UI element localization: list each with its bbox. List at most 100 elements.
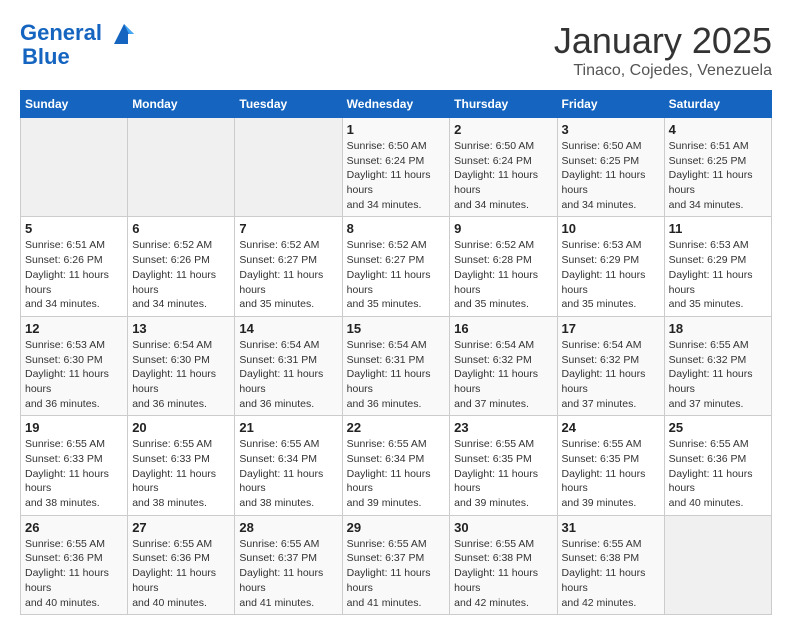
day-info: Sunrise: 6:54 AMSunset: 6:31 PMDaylight:… <box>239 338 337 411</box>
day-info: Sunrise: 6:55 AMSunset: 6:38 PMDaylight:… <box>454 537 552 610</box>
day-info: Sunrise: 6:55 AMSunset: 6:33 PMDaylight:… <box>25 437 123 510</box>
day-number: 17 <box>562 321 660 336</box>
day-number: 20 <box>132 420 230 435</box>
day-number: 9 <box>454 221 552 236</box>
day-info: Sunrise: 6:55 AMSunset: 6:33 PMDaylight:… <box>132 437 230 510</box>
calendar-cell: 27Sunrise: 6:55 AMSunset: 6:36 PMDayligh… <box>128 515 235 614</box>
day-info: Sunrise: 6:51 AMSunset: 6:25 PMDaylight:… <box>669 139 767 212</box>
day-info: Sunrise: 6:51 AMSunset: 6:26 PMDaylight:… <box>25 238 123 311</box>
day-number: 18 <box>669 321 767 336</box>
calendar-cell: 21Sunrise: 6:55 AMSunset: 6:34 PMDayligh… <box>235 416 342 515</box>
day-number: 3 <box>562 122 660 137</box>
weekday-header-tuesday: Tuesday <box>235 91 342 118</box>
calendar-cell: 9 Sunrise: 6:52 AMSunset: 6:28 PMDaylight… <box>450 217 557 316</box>
day-info: Sunrise: 6:55 AMSunset: 6:36 PMDaylight:… <box>132 537 230 610</box>
weekday-header-sunday: Sunday <box>21 91 128 118</box>
weekday-header-monday: Monday <box>128 91 235 118</box>
day-info: Sunrise: 6:55 AMSunset: 6:37 PMDaylight:… <box>347 537 446 610</box>
calendar-cell: 30 Sunrise: 6:55 AMSunset: 6:38 PMDayligh… <box>450 515 557 614</box>
day-info: Sunrise: 6:50 AMSunset: 6:25 PMDaylight:… <box>562 139 660 212</box>
calendar-cell: 19Sunrise: 6:55 AMSunset: 6:33 PMDayligh… <box>21 416 128 515</box>
day-info: Sunrise: 6:55 AMSunset: 6:35 PMDaylight:… <box>562 437 660 510</box>
calendar-table: SundayMondayTuesdayWednesdayThursdayFrid… <box>20 90 772 615</box>
day-info: Sunrise: 6:55 AMSunset: 6:36 PMDaylight:… <box>669 437 767 510</box>
day-number: 12 <box>25 321 123 336</box>
calendar-cell: 8Sunrise: 6:52 AMSunset: 6:27 PMDaylight… <box>342 217 450 316</box>
calendar-cell: 28 Sunrise: 6:55 AMSunset: 6:37 PMDayligh… <box>235 515 342 614</box>
calendar-cell: 25 Sunrise: 6:55 AMSunset: 6:36 PMDayligh… <box>664 416 771 515</box>
calendar-cell: 12 Sunrise: 6:53 AMSunset: 6:30 PMDayligh… <box>21 316 128 415</box>
day-number: 15 <box>347 321 446 336</box>
day-info: Sunrise: 6:53 AMSunset: 6:29 PMDaylight:… <box>669 238 767 311</box>
day-number: 26 <box>25 520 123 535</box>
calendar-cell <box>21 118 128 217</box>
day-number: 28 <box>239 520 337 535</box>
day-number: 10 <box>562 221 660 236</box>
day-info: Sunrise: 6:55 AMSunset: 6:38 PMDaylight:… <box>562 537 660 610</box>
day-number: 14 <box>239 321 337 336</box>
day-info: Sunrise: 6:54 AMSunset: 6:31 PMDaylight:… <box>347 338 446 411</box>
calendar-cell: 6 Sunrise: 6:52 AMSunset: 6:26 PMDaylight… <box>128 217 235 316</box>
calendar-cell: 1Sunrise: 6:50 AMSunset: 6:24 PMDaylight… <box>342 118 450 217</box>
calendar-cell: 23Sunrise: 6:55 AMSunset: 6:35 PMDayligh… <box>450 416 557 515</box>
day-info: Sunrise: 6:52 AMSunset: 6:27 PMDaylight:… <box>239 238 337 311</box>
calendar-cell: 4 Sunrise: 6:51 AMSunset: 6:25 PMDaylight… <box>664 118 771 217</box>
calendar-cell: 2 Sunrise: 6:50 AMSunset: 6:24 PMDaylight… <box>450 118 557 217</box>
calendar-cell <box>128 118 235 217</box>
calendar-cell: 13 Sunrise: 6:54 AMSunset: 6:30 PMDayligh… <box>128 316 235 415</box>
day-info: Sunrise: 6:55 AMSunset: 6:36 PMDaylight:… <box>25 537 123 610</box>
weekday-header-wednesday: Wednesday <box>342 91 450 118</box>
location-subtitle: Tinaco, Cojedes, Venezuela <box>554 62 772 80</box>
calendar-cell: 15 Sunrise: 6:54 AMSunset: 6:31 PMDayligh… <box>342 316 450 415</box>
day-info: Sunrise: 6:54 AMSunset: 6:32 PMDaylight:… <box>562 338 660 411</box>
day-number: 25 <box>669 420 767 435</box>
day-number: 31 <box>562 520 660 535</box>
day-number: 2 <box>454 122 552 137</box>
day-number: 5 <box>25 221 123 236</box>
weekday-header-saturday: Saturday <box>664 91 771 118</box>
calendar-cell: 31 Sunrise: 6:55 AMSunset: 6:38 PMDayligh… <box>557 515 664 614</box>
calendar-cell: 11 Sunrise: 6:53 AMSunset: 6:29 PMDayligh… <box>664 217 771 316</box>
day-info: Sunrise: 6:50 AMSunset: 6:24 PMDaylight:… <box>454 139 552 212</box>
day-info: Sunrise: 6:53 AMSunset: 6:30 PMDaylight:… <box>25 338 123 411</box>
weekday-header-friday: Friday <box>557 91 664 118</box>
title-block: January 2025 Tinaco, Cojedes, Venezuela <box>554 20 772 80</box>
day-info: Sunrise: 6:55 AMSunset: 6:32 PMDaylight:… <box>669 338 767 411</box>
calendar-cell <box>664 515 771 614</box>
day-number: 16 <box>454 321 552 336</box>
day-number: 7 <box>239 221 337 236</box>
calendar-cell: 20 Sunrise: 6:55 AMSunset: 6:33 PMDayligh… <box>128 416 235 515</box>
calendar-cell: 24 Sunrise: 6:55 AMSunset: 6:35 PMDayligh… <box>557 416 664 515</box>
day-info: Sunrise: 6:53 AMSunset: 6:29 PMDaylight:… <box>562 238 660 311</box>
day-info: Sunrise: 6:55 AMSunset: 6:34 PMDaylight:… <box>239 437 337 510</box>
day-number: 29 <box>347 520 446 535</box>
day-number: 23 <box>454 420 552 435</box>
day-info: Sunrise: 6:54 AMSunset: 6:32 PMDaylight:… <box>454 338 552 411</box>
calendar-cell: 14 Sunrise: 6:54 AMSunset: 6:31 PMDayligh… <box>235 316 342 415</box>
day-number: 11 <box>669 221 767 236</box>
calendar-cell: 3 Sunrise: 6:50 AMSunset: 6:25 PMDaylight… <box>557 118 664 217</box>
calendar-cell: 26 Sunrise: 6:55 AMSunset: 6:36 PMDayligh… <box>21 515 128 614</box>
day-number: 30 <box>454 520 552 535</box>
day-number: 24 <box>562 420 660 435</box>
calendar-cell: 10 Sunrise: 6:53 AMSunset: 6:29 PMDayligh… <box>557 217 664 316</box>
day-info: Sunrise: 6:52 AMSunset: 6:28 PMDaylight:… <box>454 238 552 311</box>
calendar-cell: 16 Sunrise: 6:54 AMSunset: 6:32 PMDayligh… <box>450 316 557 415</box>
month-title: January 2025 <box>554 20 772 62</box>
page-header: General Blue January 2025 Tinaco, Cojede… <box>20 20 772 80</box>
day-info: Sunrise: 6:50 AMSunset: 6:24 PMDaylight:… <box>347 139 446 212</box>
day-number: 13 <box>132 321 230 336</box>
day-number: 6 <box>132 221 230 236</box>
day-info: Sunrise: 6:55 AMSunset: 6:34 PMDaylight:… <box>347 437 446 510</box>
day-number: 22 <box>347 420 446 435</box>
day-info: Sunrise: 6:52 AMSunset: 6:26 PMDaylight:… <box>132 238 230 311</box>
calendar-cell: 29 Sunrise: 6:55 AMSunset: 6:37 PMDayligh… <box>342 515 450 614</box>
weekday-header-thursday: Thursday <box>450 91 557 118</box>
calendar-cell: 22 Sunrise: 6:55 AMSunset: 6:34 PMDayligh… <box>342 416 450 515</box>
calendar-cell: 17 Sunrise: 6:54 AMSunset: 6:32 PMDayligh… <box>557 316 664 415</box>
calendar-cell: 18 Sunrise: 6:55 AMSunset: 6:32 PMDayligh… <box>664 316 771 415</box>
calendar-cell: 7 Sunrise: 6:52 AMSunset: 6:27 PMDaylight… <box>235 217 342 316</box>
day-info: Sunrise: 6:55 AMSunset: 6:37 PMDaylight:… <box>239 537 337 610</box>
day-info: Sunrise: 6:54 AMSunset: 6:30 PMDaylight:… <box>132 338 230 411</box>
day-number: 4 <box>669 122 767 137</box>
